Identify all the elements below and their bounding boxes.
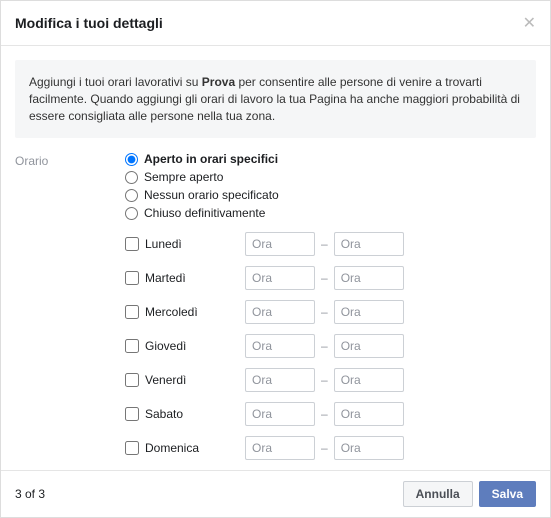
day-checkbox-wrap[interactable]: Venerdì xyxy=(125,373,245,387)
radio-specific-hours[interactable]: Aperto in orari specifici xyxy=(125,152,536,166)
time-dash: – xyxy=(321,271,328,285)
time-dash: – xyxy=(321,373,328,387)
day-label: Giovedì xyxy=(145,339,186,353)
day-checkbox-wrap[interactable]: Giovedì xyxy=(125,339,245,353)
day-label: Lunedì xyxy=(145,237,182,251)
time-inputs: – xyxy=(245,266,404,290)
dialog-content: Aggiungi i tuoi orari lavorativi su Prov… xyxy=(1,46,550,470)
time-inputs: – xyxy=(245,232,404,256)
radio-none-input[interactable] xyxy=(125,189,138,202)
dialog-title: Modifica i tuoi dettagli xyxy=(15,15,163,31)
radio-specific-input[interactable] xyxy=(125,153,138,166)
radio-always-open[interactable]: Sempre aperto xyxy=(125,170,536,184)
radio-always-input[interactable] xyxy=(125,171,138,184)
time-dash: – xyxy=(321,441,328,455)
time-dash: – xyxy=(321,407,328,421)
day-label: Mercoledì xyxy=(145,305,198,319)
info-box: Aggiungi i tuoi orari lavorativi su Prov… xyxy=(15,60,536,138)
time-from-input[interactable] xyxy=(245,402,315,426)
radio-closed-label: Chiuso definitivamente xyxy=(144,206,265,220)
info-text-bold: Prova xyxy=(202,75,235,89)
time-to-input[interactable] xyxy=(334,300,404,324)
time-inputs: – xyxy=(245,334,404,358)
info-text-prefix: Aggiungi i tuoi orari lavorativi su xyxy=(29,75,202,89)
day-checkbox-wrap[interactable]: Martedì xyxy=(125,271,245,285)
time-dash: – xyxy=(321,339,328,353)
time-to-input[interactable] xyxy=(334,232,404,256)
hours-label: Orario xyxy=(15,152,125,168)
time-dash: – xyxy=(321,237,328,251)
day-label: Sabato xyxy=(145,407,183,421)
time-from-input[interactable] xyxy=(245,368,315,392)
time-from-input[interactable] xyxy=(245,334,315,358)
day-checkbox[interactable] xyxy=(125,339,139,353)
time-inputs: – xyxy=(245,402,404,426)
hours-form-row: Orario Aperto in orari specifici Sempre … xyxy=(15,152,536,470)
radio-closed[interactable]: Chiuso definitivamente xyxy=(125,206,536,220)
time-to-input[interactable] xyxy=(334,266,404,290)
days-container: Lunedì–Martedì–Mercoledì–Giovedì–Venerdì… xyxy=(125,232,536,460)
time-inputs: – xyxy=(245,436,404,460)
time-to-input[interactable] xyxy=(334,368,404,392)
dialog-header: Modifica i tuoi dettagli ✕ xyxy=(1,1,550,46)
day-row: Domenica – xyxy=(125,436,536,460)
hours-radio-group: Aperto in orari specifici Sempre aperto … xyxy=(125,152,536,220)
day-row: Lunedì – xyxy=(125,232,536,256)
day-checkbox[interactable] xyxy=(125,407,139,421)
footer-buttons: Annulla Salva xyxy=(403,481,536,507)
time-to-input[interactable] xyxy=(334,436,404,460)
day-label: Domenica xyxy=(145,441,199,455)
day-checkbox[interactable] xyxy=(125,305,139,319)
day-checkbox[interactable] xyxy=(125,237,139,251)
time-from-input[interactable] xyxy=(245,266,315,290)
time-from-input[interactable] xyxy=(245,436,315,460)
cancel-button[interactable]: Annulla xyxy=(403,481,473,507)
day-checkbox[interactable] xyxy=(125,441,139,455)
radio-closed-input[interactable] xyxy=(125,207,138,220)
radio-specific-label: Aperto in orari specifici xyxy=(144,152,278,166)
hours-fields: Aperto in orari specifici Sempre aperto … xyxy=(125,152,536,470)
time-dash: – xyxy=(321,305,328,319)
time-from-input[interactable] xyxy=(245,232,315,256)
radio-no-hours[interactable]: Nessun orario specificato xyxy=(125,188,536,202)
day-checkbox-wrap[interactable]: Lunedì xyxy=(125,237,245,251)
edit-details-dialog: Modifica i tuoi dettagli ✕ Aggiungi i tu… xyxy=(0,0,551,518)
time-to-input[interactable] xyxy=(334,402,404,426)
day-checkbox-wrap[interactable]: Sabato xyxy=(125,407,245,421)
radio-none-label: Nessun orario specificato xyxy=(144,188,279,202)
step-indicator: 3 of 3 xyxy=(15,487,45,501)
day-checkbox-wrap[interactable]: Mercoledì xyxy=(125,305,245,319)
time-from-input[interactable] xyxy=(245,300,315,324)
day-row: Sabato – xyxy=(125,402,536,426)
day-checkbox[interactable] xyxy=(125,373,139,387)
radio-always-label: Sempre aperto xyxy=(144,170,223,184)
save-button[interactable]: Salva xyxy=(479,481,536,507)
time-to-input[interactable] xyxy=(334,334,404,358)
day-row: Martedì – xyxy=(125,266,536,290)
dialog-footer: 3 of 3 Annulla Salva xyxy=(1,470,550,517)
day-checkbox[interactable] xyxy=(125,271,139,285)
day-row: Giovedì – xyxy=(125,334,536,358)
time-inputs: – xyxy=(245,300,404,324)
day-row: Mercoledì – xyxy=(125,300,536,324)
day-label: Venerdì xyxy=(145,373,186,387)
day-row: Venerdì – xyxy=(125,368,536,392)
close-icon[interactable]: ✕ xyxy=(523,13,536,33)
day-label: Martedì xyxy=(145,271,186,285)
time-inputs: – xyxy=(245,368,404,392)
day-checkbox-wrap[interactable]: Domenica xyxy=(125,441,245,455)
